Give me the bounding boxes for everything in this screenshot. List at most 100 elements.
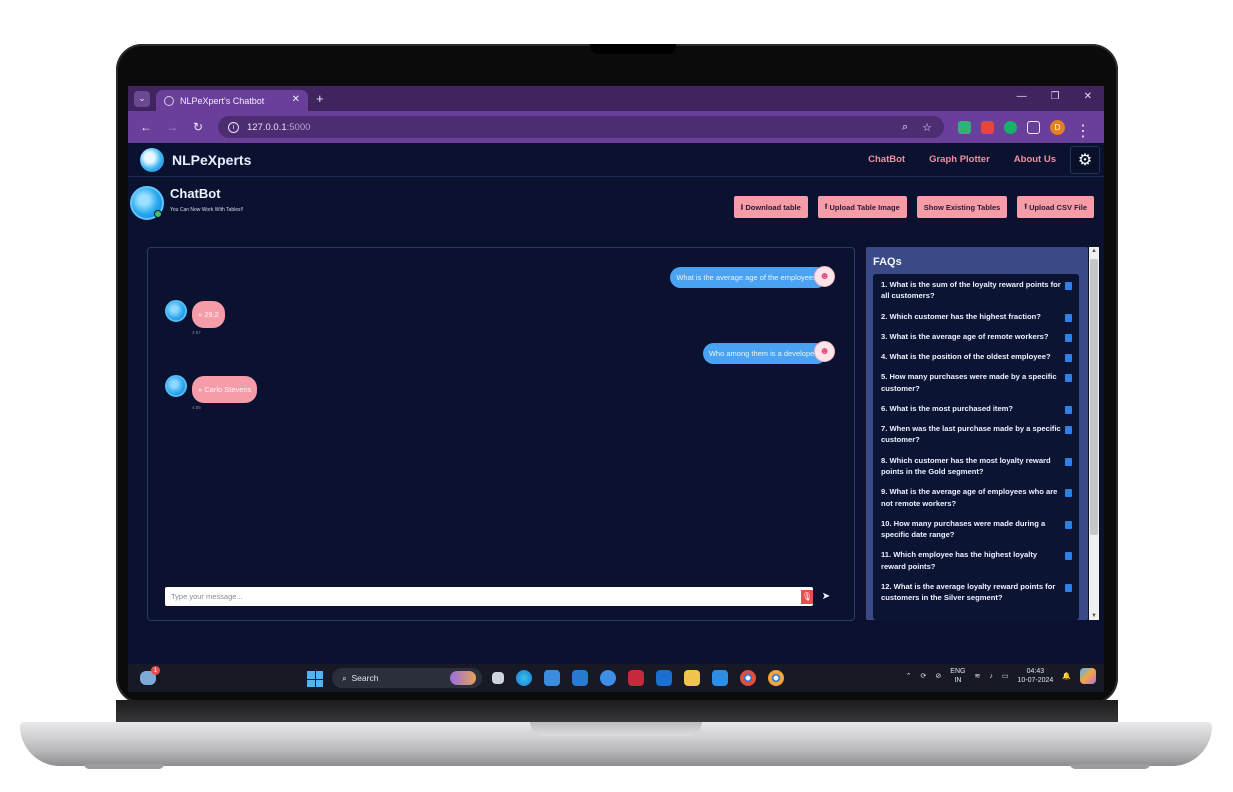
extensions-puzzle-icon[interactable] (1027, 120, 1040, 134)
nav-graph-plotter[interactable]: Graph Plotter (929, 154, 990, 165)
faq-panel: FAQs 1. What is the sum of the loyalty r… (866, 247, 1088, 620)
copy-icon[interactable] (1065, 282, 1072, 290)
browser-tab[interactable]: NLPeXpert's Chatbot ✕ (156, 90, 308, 111)
outlook-icon[interactable] (656, 670, 672, 686)
faq-item[interactable]: 3. What is the average age of remote wor… (873, 331, 1079, 342)
faq-item[interactable]: 1. What is the sum of the loyalty reward… (873, 279, 1079, 302)
faq-title: FAQs (873, 256, 902, 268)
brand-logo-icon[interactable] (140, 147, 164, 172)
faq-scrollbar[interactable]: ▲ ▼ (1089, 247, 1099, 620)
mute-icon[interactable]: ⊘ (935, 672, 941, 680)
copy-icon[interactable] (1065, 374, 1072, 383)
bookmark-star-icon[interactable]: ☆ (922, 121, 932, 134)
copy-icon[interactable] (1065, 584, 1072, 593)
download-table-button[interactable]: ⭳ Download table (733, 196, 808, 218)
forward-icon[interactable]: → (164, 120, 180, 134)
tab-search-icon[interactable]: ⌄ (134, 90, 150, 107)
vscode-icon[interactable] (712, 670, 728, 686)
faq-item[interactable]: 12. What is the average loyalty reward p… (873, 581, 1079, 604)
user-message: Who among them is a developer? (702, 343, 827, 364)
copy-icon[interactable] (1065, 333, 1072, 342)
new-tab-button[interactable]: + (316, 91, 324, 106)
faq-item[interactable]: 6. What is the most purchased item? (873, 403, 1079, 414)
faq-item[interactable]: 4. What is the position of the oldest em… (873, 351, 1079, 363)
copy-icon[interactable] (1065, 552, 1072, 561)
clock[interactable]: 04:43 10-07-2024 (1017, 667, 1053, 685)
scroll-up-icon[interactable]: ▲ (1091, 248, 1097, 254)
copy-icon[interactable] (1065, 354, 1072, 363)
address-bar[interactable]: i 127.0.0.1:5000 ⌕ ☆ (218, 116, 944, 138)
wifi-icon[interactable]: ≋ (974, 672, 980, 680)
url-port: :5000 (286, 121, 311, 133)
battery-icon[interactable]: ▭ (1002, 672, 1009, 680)
chevron-up-icon[interactable]: ⌃ (906, 672, 912, 680)
url-host: 127.0.0.1 (247, 121, 287, 133)
message-input-row: 🎙 (165, 587, 813, 606)
theme-toggle-gear-icon[interactable]: ⚙ (1070, 145, 1100, 174)
volume-icon[interactable]: ♪ (989, 673, 993, 680)
taskbar-search[interactable]: ⌕ Search (332, 668, 482, 688)
brand-name[interactable]: NLPeXperts (172, 152, 251, 168)
zoom-icon[interactable]: ⌕ (902, 121, 908, 134)
reload-icon[interactable]: ↻ (190, 120, 206, 134)
region-code: IN (954, 677, 962, 684)
task-view-icon[interactable] (492, 672, 504, 684)
copy-icon[interactable] (1065, 426, 1072, 435)
chrome-icon[interactable] (740, 670, 756, 686)
faq-item[interactable]: 8. Which customer has the most loyalty r… (873, 455, 1079, 478)
windows-start-icon[interactable] (307, 671, 323, 687)
microphone-icon[interactable]: 🎙 (801, 589, 813, 604)
faq-item[interactable]: 5. How many purchases were made by a spe… (873, 371, 1079, 394)
edge-icon[interactable] (516, 670, 532, 686)
store-icon[interactable] (544, 670, 560, 686)
copy-icon[interactable] (1065, 313, 1072, 322)
faq-item[interactable]: 9. What is the average age of employees … (873, 486, 1079, 509)
nav-about-us[interactable]: About Us (1014, 154, 1056, 165)
file-explorer-icon[interactable] (684, 670, 700, 686)
message-input[interactable] (165, 592, 801, 601)
copy-icon[interactable] (1065, 489, 1072, 498)
extension-icon-1[interactable] (958, 120, 971, 134)
mcafee-icon[interactable] (628, 670, 644, 686)
notification-bell-icon[interactable]: 🔔 (1062, 672, 1071, 680)
scrollbar-thumb[interactable] (1090, 259, 1098, 535)
copy-icon[interactable] (1065, 520, 1072, 529)
download-table-label: Download table (745, 202, 801, 212)
grammarly-icon[interactable] (1004, 120, 1017, 134)
copy-icon[interactable] (1065, 405, 1072, 414)
chrome-profile-icon[interactable] (768, 670, 784, 686)
profile-avatar[interactable]: D (1050, 119, 1065, 135)
scroll-down-icon[interactable]: ▼ (1091, 613, 1097, 619)
site-info-icon[interactable]: i (228, 121, 239, 133)
message-time: 4:55 (192, 405, 201, 410)
language-code: ENG (950, 668, 966, 675)
faq-item[interactable]: 11. Which employee has the highest loyal… (873, 549, 1079, 572)
upload-table-image-button[interactable]: ⭱ Upload Table Image (817, 196, 907, 218)
copy-icon[interactable] (1065, 457, 1072, 466)
weather-widget-icon[interactable]: 1 (140, 666, 160, 685)
search-icon: ⌕ (342, 672, 352, 683)
copilot-icon[interactable] (1080, 668, 1096, 684)
close-window-icon[interactable]: ✕ (1084, 91, 1092, 102)
send-icon[interactable]: ➤ (818, 588, 834, 604)
faq-item[interactable]: 10. How many purchases were made during … (873, 518, 1079, 541)
faq-question: 11. Which employee has the highest loyal… (881, 550, 1038, 571)
extension-icon-2[interactable] (981, 120, 994, 134)
nav-chatbot[interactable]: ChatBot (868, 154, 905, 165)
sync-icon[interactable]: ⟳ (921, 672, 927, 680)
app-icon-blue[interactable] (572, 670, 588, 686)
faq-item[interactable]: 2. Which customer has the highest fracti… (873, 311, 1079, 322)
show-existing-tables-button[interactable]: Show Existing Tables (916, 196, 1008, 218)
tab-close-icon[interactable]: ✕ (292, 94, 300, 105)
extensions-area: D ⋮ (958, 119, 1091, 140)
restore-icon[interactable]: ❐ (1051, 91, 1060, 102)
faq-item[interactable]: 7. When was the last purchase made by a … (873, 423, 1079, 446)
browser-menu-icon[interactable]: ⋮ (1075, 121, 1091, 140)
bot-message: » 29.2 (192, 301, 225, 328)
language-indicator[interactable]: ENG IN (950, 667, 965, 685)
back-icon[interactable]: ← (138, 120, 154, 134)
chatbot-subtitle: You Can Now Work With Tables!! (170, 207, 244, 213)
minimize-icon[interactable]: — (1017, 91, 1027, 102)
help-icon[interactable] (600, 670, 616, 686)
upload-csv-file-button[interactable]: ⭱ Upload CSV File (1017, 196, 1094, 218)
